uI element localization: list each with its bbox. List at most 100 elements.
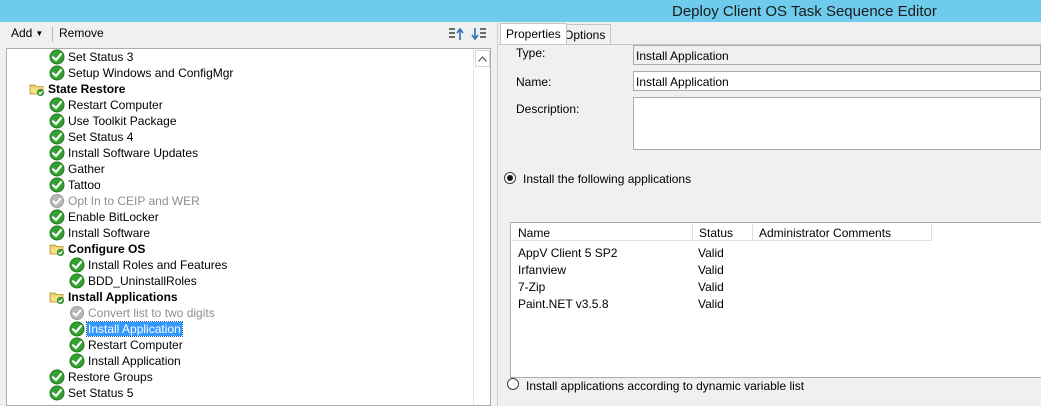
tree-step-row[interactable]: Install Software Updates: [49, 145, 199, 161]
name-input[interactable]: Install Application: [633, 71, 1041, 91]
description-label: Description:: [516, 102, 580, 116]
applications-list[interactable]: Name Status Administrator Comments AppV …: [510, 222, 1041, 378]
radio-selected-dot: [507, 175, 513, 181]
green-check-icon: [49, 177, 65, 193]
tree-item-label: Install Applications: [68, 290, 178, 304]
application-status: Valid: [698, 280, 724, 294]
tree-item-label: State Restore: [48, 82, 126, 96]
tree-item-label: Set Status 3: [68, 50, 134, 64]
tree-item-label: Install Software Updates: [68, 146, 199, 160]
sequence-toolbar: Add ▼ Remove: [0, 22, 497, 46]
title-bar: Deploy Client OS Task Sequence Editor: [0, 0, 1041, 22]
folder-icon: [49, 241, 65, 257]
application-name: Paint.NET v3.5.8: [518, 297, 609, 311]
step-properties-pane: Properties Options Type: Install Applica…: [498, 22, 1041, 406]
tree-item-label: Set Status 5: [68, 386, 134, 400]
application-row[interactable]: 7-Zip Valid: [511, 279, 1041, 296]
application-row[interactable]: AppV Client 5 SP2 Valid: [511, 245, 1041, 262]
dropdown-caret-icon: ▼: [35, 29, 44, 38]
application-row[interactable]: Paint.NET v3.5.8 Valid: [511, 296, 1041, 313]
add-menu-button[interactable]: Add ▼: [11, 26, 43, 40]
tree-item-label: Restore Groups: [68, 370, 153, 384]
tree-step-row[interactable]: Set Status 4: [49, 129, 134, 145]
tree-group-row[interactable]: Configure OS: [49, 241, 146, 257]
tree-item-label: Install Application: [86, 321, 183, 337]
tree-step-row[interactable]: Enable BitLocker: [49, 209, 160, 225]
tree-group-row[interactable]: State Restore: [29, 81, 126, 97]
folder-icon: [49, 289, 65, 305]
tree-step-row[interactable]: Use Toolkit Package: [49, 113, 178, 129]
tree-item-label: Setup Windows and ConfigMgr: [68, 66, 234, 80]
green-check-icon: [49, 65, 65, 81]
green-check-icon: [69, 257, 85, 273]
tree-step-row[interactable]: Setup Windows and ConfigMgr: [49, 65, 234, 81]
tree-step-row[interactable]: Restart Computer: [49, 97, 164, 113]
tree-item-label: Use Toolkit Package: [68, 114, 177, 128]
tree-step-row[interactable]: Restart Computer: [69, 337, 184, 353]
green-check-icon: [49, 97, 65, 113]
green-check-icon: [49, 129, 65, 145]
description-input[interactable]: [633, 97, 1041, 150]
green-check-icon: [49, 209, 65, 225]
type-field: Install Application: [633, 45, 1041, 65]
application-name: AppV Client 5 SP2: [518, 246, 618, 260]
tree-item-label: Restart Computer: [88, 338, 183, 352]
column-header-comments[interactable]: Administrator Comments: [753, 224, 932, 241]
green-check-icon: [49, 113, 65, 129]
radio-install-dynamic[interactable]: [507, 378, 519, 390]
type-label: Type:: [516, 46, 546, 60]
tree-item-label: Enable BitLocker: [68, 210, 159, 224]
tree-item-label: Convert list to two digits: [88, 306, 215, 320]
green-check-icon: [49, 385, 65, 401]
move-up-icon[interactable]: [448, 26, 464, 42]
properties-tab-content: Type: Install Application Name: Install …: [498, 44, 1041, 406]
green-check-icon: [69, 353, 85, 369]
green-check-icon: [49, 49, 65, 65]
tree-item-label: Set Status 4: [68, 130, 134, 144]
toolbar-separator: [52, 27, 53, 42]
column-header-status[interactable]: Status: [693, 224, 753, 241]
tree-item-label: Install Roles and Features: [88, 258, 228, 272]
green-check-icon: [49, 145, 65, 161]
application-status: Valid: [698, 297, 724, 311]
folder-icon: [29, 81, 45, 97]
tree-item-label: Restart Computer: [68, 98, 163, 112]
tree-step-row[interactable]: Set Status 3: [49, 49, 134, 65]
tree-step-row[interactable]: Opt In to CEIP and WER: [49, 193, 201, 209]
tree-item-label: Install Software: [68, 226, 151, 240]
tree-group-row[interactable]: Install Applications: [49, 289, 179, 305]
green-check-icon: [69, 337, 85, 353]
tree-item-label: Opt In to CEIP and WER: [68, 194, 200, 208]
tree-item-label: Tattoo: [68, 178, 101, 192]
radio-install-dynamic-label[interactable]: Install applications according to dynami…: [526, 379, 804, 393]
add-label: Add: [11, 26, 33, 40]
tree-step-row[interactable]: BDD_UninstallRoles: [69, 273, 198, 289]
tree-step-row[interactable]: Set Status 5: [49, 385, 134, 401]
tree-step-row[interactable]: Tattoo: [49, 177, 102, 193]
tree-step-row[interactable]: Gather: [49, 161, 106, 177]
tree-step-row[interactable]: Install Application: [69, 353, 182, 369]
tree-step-row[interactable]: Restore Groups: [49, 369, 154, 385]
grey-check-icon: [69, 305, 85, 321]
radio-install-following[interactable]: [504, 172, 516, 184]
application-name: Irfanview: [518, 263, 567, 277]
remove-button[interactable]: Remove: [59, 26, 104, 40]
task-sequence-tree[interactable]: Set Status 3 Setup Windows and ConfigMgr S…: [6, 48, 491, 406]
application-name: 7-Zip: [518, 280, 546, 294]
tree-step-row[interactable]: Install Application: [69, 321, 183, 337]
column-header-name[interactable]: Name: [512, 224, 693, 241]
tree-step-row[interactable]: Install Roles and Features: [69, 257, 228, 273]
tree-step-row[interactable]: Convert list to two digits: [69, 305, 216, 321]
application-row[interactable]: Irfanview Valid: [511, 262, 1041, 279]
tree-item-label: BDD_UninstallRoles: [88, 274, 197, 288]
vertical-scrollbar[interactable]: [473, 49, 490, 405]
tab-properties[interactable]: Properties: [500, 23, 567, 44]
green-check-icon: [69, 321, 85, 337]
green-check-icon: [49, 161, 65, 177]
move-down-icon[interactable]: [471, 26, 487, 42]
name-label: Name:: [516, 75, 552, 89]
scroll-up-arrow-icon[interactable]: [475, 50, 490, 67]
radio-install-following-label[interactable]: Install the following applications: [523, 172, 691, 186]
tree-step-row[interactable]: Install Software: [49, 225, 151, 241]
window-title: Deploy Client OS Task Sequence Editor: [672, 3, 937, 20]
